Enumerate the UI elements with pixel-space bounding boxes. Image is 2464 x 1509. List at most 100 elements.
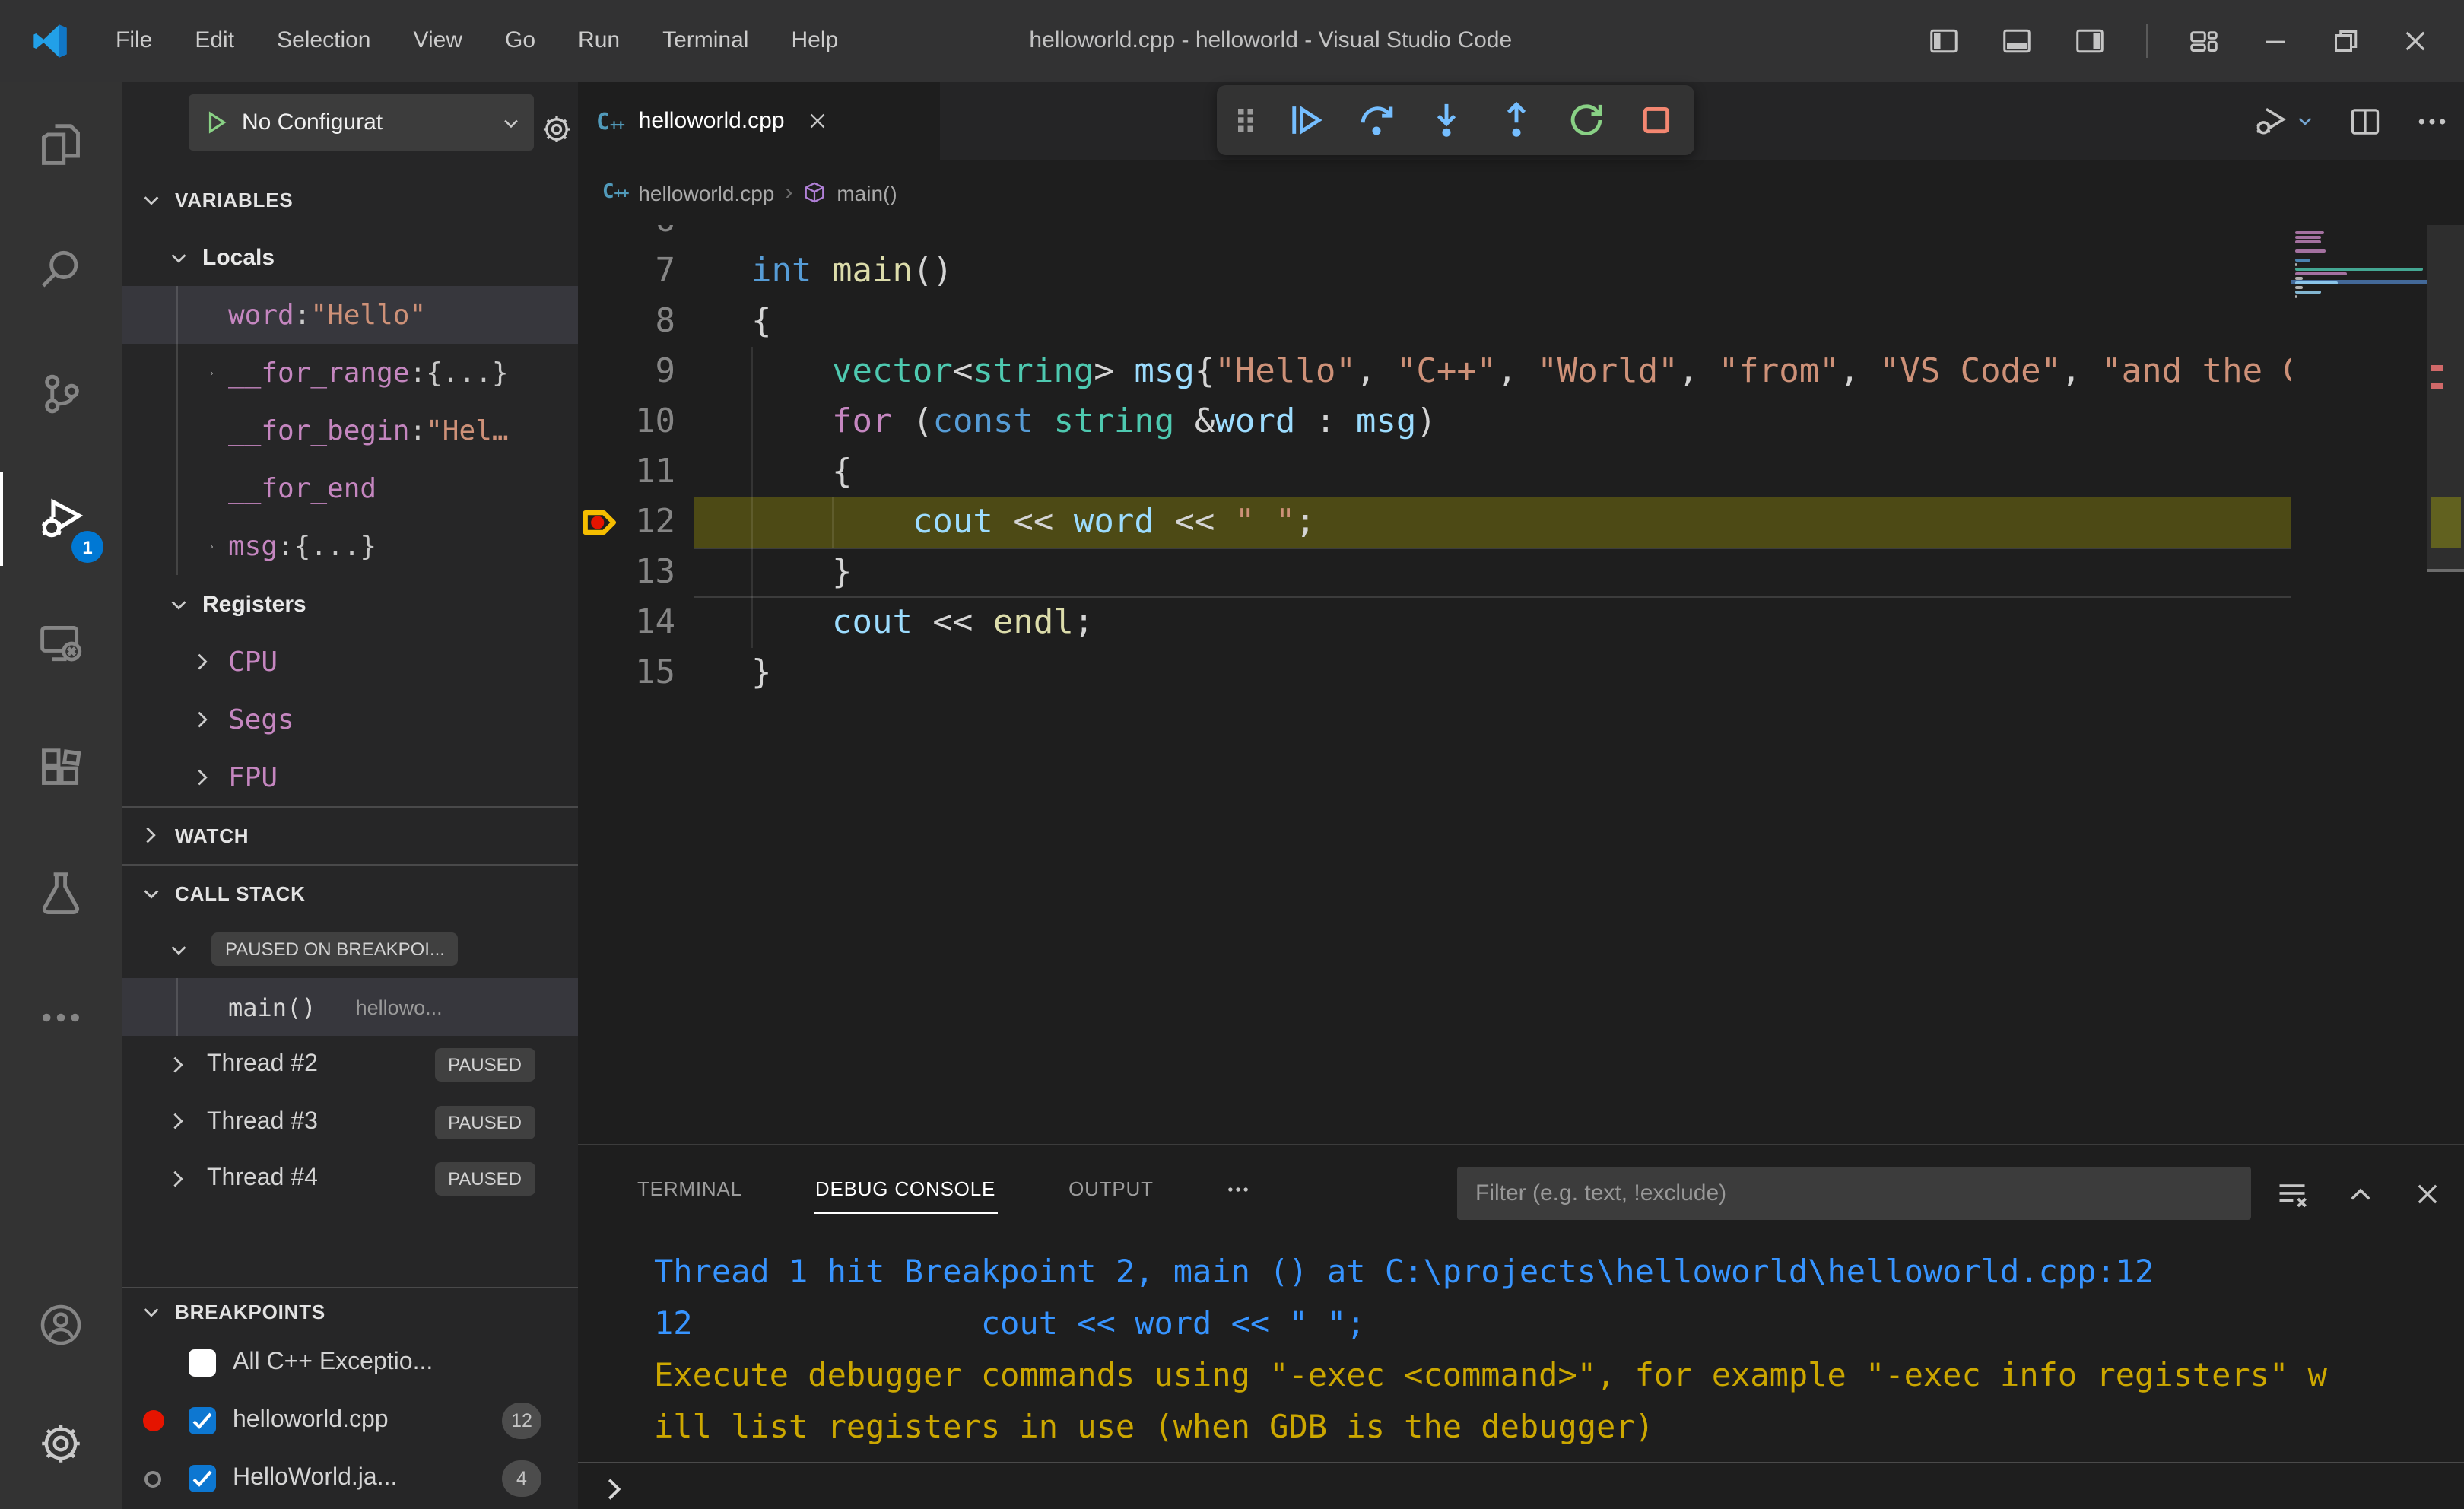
call-stack-thread-3[interactable]: Thread #3 PAUSED: [122, 1094, 578, 1150]
panel-tab-debug-console[interactable]: DEBUG CONSOLE: [813, 1165, 998, 1214]
thread-label: Thread #3: [207, 1108, 318, 1134]
menu-go[interactable]: Go: [484, 0, 557, 82]
step-into-button[interactable]: [1427, 100, 1466, 140]
thread-paused-badge: PAUSED: [434, 1162, 535, 1196]
variable-for-begin[interactable]: __for_begin: "Hel…: [122, 402, 578, 459]
breakpoint-count-badge: 12: [502, 1403, 541, 1439]
code-line: 7 int main(): [655, 253, 953, 291]
section-variables[interactable]: VARIABLES: [122, 170, 578, 228]
tree-indent-guide: [176, 402, 178, 459]
chevron-right-icon: [198, 653, 208, 669]
continue-button[interactable]: [1287, 100, 1326, 140]
stack-frame-name: main(): [228, 993, 316, 1021]
tree-item-locals[interactable]: Locals: [122, 228, 578, 286]
thread-label: Thread #2: [207, 1051, 318, 1077]
run-or-debug-button[interactable]: [2253, 103, 2315, 139]
overview-marker: [2431, 383, 2443, 389]
overview-ruler-scrollbar[interactable]: [2427, 225, 2464, 1144]
toolbar-drag-grip[interactable]: [1235, 105, 1256, 135]
restart-button[interactable]: [1567, 100, 1606, 140]
register-group-segs[interactable]: Segs: [122, 691, 578, 748]
step-out-button[interactable]: [1497, 100, 1536, 140]
account-icon[interactable]: [0, 1266, 122, 1384]
chevron-down-icon: [2298, 117, 2312, 125]
code-area[interactable]: 6 7int main() 8{ 9 vector<string> msg{"H…: [578, 225, 2291, 1144]
section-watch[interactable]: WATCH: [122, 808, 578, 864]
menu-terminal[interactable]: Terminal: [641, 0, 770, 82]
panel-more-tabs-icon[interactable]: [1225, 1176, 1253, 1203]
call-stack-frame-main[interactable]: main() hellowo...: [122, 978, 578, 1036]
variable-for-range[interactable]: __for_range: {...}: [122, 344, 578, 402]
activity-search-icon[interactable]: [0, 207, 122, 332]
breakpoint-count-badge: 4: [502, 1460, 541, 1497]
register-group-cpu[interactable]: CPU: [122, 633, 578, 691]
minimize-window-icon[interactable]: [2260, 26, 2291, 56]
start-debugging-icon: [208, 111, 227, 134]
breakpoint-disabled-circle-icon: [144, 1470, 161, 1487]
call-stack-thread-4[interactable]: Thread #4 PAUSED: [122, 1150, 578, 1208]
menu-run[interactable]: Run: [557, 0, 641, 82]
activity-source-control-icon[interactable]: [0, 332, 122, 456]
code-line: 14 cout << endl;: [578, 598, 2291, 648]
section-breakpoints[interactable]: BREAKPOINTS: [122, 1288, 578, 1334]
close-panel-icon[interactable]: [2412, 1178, 2443, 1209]
menu-help[interactable]: Help: [770, 0, 859, 82]
tab-helloworld-cpp[interactable]: C++ helloworld.cpp: [578, 82, 940, 160]
debug-console-input[interactable]: [578, 1462, 2464, 1509]
menu-view[interactable]: View: [392, 0, 484, 82]
code-line: 6: [578, 225, 2291, 246]
minimap[interactable]: [2291, 225, 2427, 1144]
activity-remote-explorer-icon[interactable]: [0, 581, 122, 706]
menu-file[interactable]: File: [94, 0, 173, 82]
call-stack-thread-2[interactable]: Thread #2 PAUSED: [122, 1036, 578, 1094]
breakpoint-with-arrow-icon[interactable]: [581, 505, 627, 540]
panel-tab-output[interactable]: OUTPUT: [1067, 1165, 1155, 1214]
activity-testing-icon[interactable]: [0, 831, 122, 955]
toggle-sidebar-icon[interactable]: [1927, 26, 1961, 56]
variable-msg[interactable]: msg: {...}: [122, 517, 578, 575]
restore-window-icon[interactable]: [2330, 26, 2361, 56]
checkbox-unchecked[interactable]: [189, 1349, 216, 1377]
activity-more-icon[interactable]: [0, 955, 122, 1080]
toggle-panel-icon[interactable]: [2000, 26, 2034, 56]
thread-paused-badge: PAUSED: [434, 1048, 535, 1082]
panel-tab-terminal[interactable]: TERMINAL: [636, 1165, 744, 1214]
maximize-panel-icon[interactable]: [2345, 1178, 2376, 1209]
breadcrumb-file[interactable]: helloworld.cpp: [638, 180, 774, 205]
cpp-file-icon: C++: [602, 181, 629, 204]
activity-run-and-debug-icon[interactable]: 1: [0, 456, 122, 581]
section-call-stack[interactable]: CALL STACK: [122, 866, 578, 920]
debug-console-filter-input[interactable]: [1457, 1167, 2251, 1220]
tree-indent-guide: [176, 978, 178, 1036]
toggle-secondary-sidebar-icon[interactable]: [2073, 26, 2107, 56]
customize-layout-icon[interactable]: [2187, 26, 2221, 56]
stop-button[interactable]: [1637, 100, 1676, 140]
variable-word[interactable]: word: "Hello": [122, 286, 578, 344]
breakpoint-helloworld-cpp[interactable]: helloworld.cpp 12: [122, 1392, 578, 1450]
breadcrumb-symbol[interactable]: main(): [837, 180, 897, 205]
variable-for-end[interactable]: __for_end: [122, 459, 578, 517]
activity-explorer-icon[interactable]: [0, 82, 122, 207]
menu-selection[interactable]: Selection: [256, 0, 392, 82]
call-stack-thread-1[interactable]: PAUSED ON BREAKPOI...: [122, 920, 578, 978]
variable-separator: :: [278, 530, 294, 562]
debug-settings-gear-icon[interactable]: [540, 113, 573, 146]
breakpoint-helloworld-java[interactable]: HelloWorld.ja... 4: [122, 1450, 578, 1507]
activity-extensions-icon[interactable]: [0, 706, 122, 831]
code-lines: 6 7int main() 8{ 9 vector<string> msg{"H…: [578, 225, 2291, 698]
close-window-icon[interactable]: [2400, 26, 2431, 56]
register-group-fpu[interactable]: FPU: [122, 748, 578, 806]
debug-configuration-select[interactable]: No Configurat: [189, 94, 534, 151]
step-over-button[interactable]: [1357, 100, 1396, 140]
checkbox-checked[interactable]: [189, 1465, 216, 1492]
clear-console-icon[interactable]: [2275, 1177, 2309, 1210]
checkbox-checked[interactable]: [189, 1407, 216, 1434]
editor-more-actions-icon[interactable]: [2415, 104, 2449, 138]
menu-edit[interactable]: Edit: [173, 0, 256, 82]
close-tab-icon[interactable]: [806, 110, 829, 132]
breakpoint-all-cpp-exceptions[interactable]: All C++ Exceptio...: [122, 1334, 578, 1392]
settings-gear-icon[interactable]: [0, 1384, 122, 1503]
split-editor-icon[interactable]: [2348, 104, 2382, 138]
tree-item-registers[interactable]: Registers: [122, 575, 578, 633]
debug-sidebar: No Configurat VARIABLES Locals word: "He…: [122, 82, 578, 1509]
